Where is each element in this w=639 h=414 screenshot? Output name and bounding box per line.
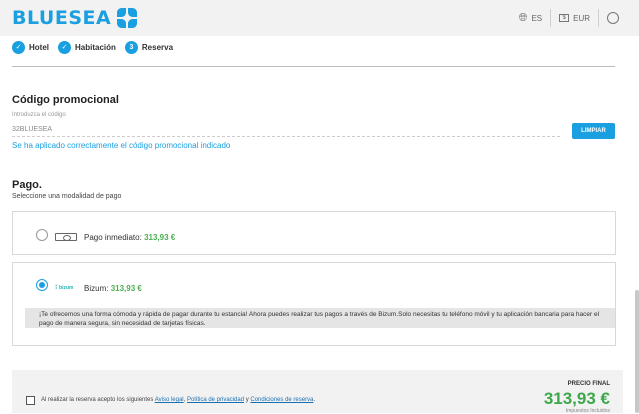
booking-footer: Al realizar la reserva acepto los siguie… — [12, 370, 623, 414]
language-label: ES — [531, 13, 543, 23]
legal-notice-link[interactable]: Aviso legal — [155, 397, 184, 403]
page-scrollbar[interactable] — [635, 290, 639, 413]
step-number: 3 — [124, 40, 138, 54]
header-controls: 🌐︎ ES $ EUR — [511, 9, 627, 27]
section-divider — [12, 66, 615, 67]
payment-method-name: Pago inmediato: — [84, 233, 142, 242]
promo-field-label: Introduzca el código — [12, 112, 66, 118]
final-price: 313,93 € — [543, 389, 610, 408]
user-icon — [607, 12, 619, 24]
step-label: Habitación — [75, 42, 116, 52]
final-price-label: PRECIO FINAL — [567, 381, 610, 387]
globe-icon: 🌐︎ — [518, 11, 528, 24]
booking-conditions-link[interactable]: Condiciones de reserva — [250, 397, 313, 403]
top-header: BLUESEA 🌐︎ ES $ EUR — [0, 0, 639, 36]
payment-option-bizum[interactable]: ⁑ bizum Bizum: 313,93 € ¡Te ofrecemos un… — [12, 262, 616, 346]
step-label: Reserva — [141, 42, 174, 52]
booking-steps: ✓ Hotel ✓ Habitación 3 Reserva — [0, 36, 639, 58]
payment-option-label: Pago inmediato: 313,93 € — [84, 233, 175, 242]
bizum-logo-icon: ⁑ bizum — [55, 285, 74, 291]
accept-terms-checkbox[interactable] — [26, 396, 35, 405]
currency-label: EUR — [573, 13, 590, 23]
check-icon: ✓ — [58, 40, 71, 54]
terms-text: Al realizar la reserva acepto los siguie… — [41, 397, 316, 403]
payment-radio-bizum[interactable] — [36, 279, 48, 291]
brand-logo[interactable]: BLUESEA — [12, 7, 138, 29]
language-selector[interactable]: 🌐︎ ES — [511, 9, 550, 27]
payment-method-name: Bizum: — [84, 284, 109, 293]
check-icon: ✓ — [12, 40, 25, 54]
step-label: Hotel — [29, 42, 49, 52]
payment-option-label: Bizum: 313,93 € — [84, 284, 142, 293]
step-reserva: 3 Reserva — [124, 40, 174, 54]
bluesea-logo-icon — [117, 8, 138, 28]
cash-icon — [55, 233, 77, 241]
tax-note: Impuestos Incluidos — [565, 408, 610, 414]
promo-success-message: Se ha aplicado correctamente el código p… — [12, 141, 231, 150]
payment-subtitle: Seleccione una modalidad de pago — [12, 193, 122, 200]
step-habitacion[interactable]: ✓ Habitación — [58, 40, 116, 54]
promo-code-input[interactable] — [12, 123, 560, 137]
currency-selector[interactable]: $ EUR — [550, 9, 598, 27]
payment-option-immediate[interactable]: Pago inmediato: 313,93 € — [12, 211, 616, 255]
currency-icon: $ — [559, 14, 570, 22]
payment-price: 313,93 € — [110, 284, 142, 293]
privacy-policy-link[interactable]: Política de privacidad — [187, 397, 244, 403]
step-hotel[interactable]: ✓ Hotel — [12, 40, 49, 54]
clear-promo-button[interactable]: LIMPIAR — [572, 123, 615, 139]
payment-title: Pago. — [12, 179, 42, 191]
bizum-description: ¡Te ofrecemos una forma cómoda y rápida … — [25, 308, 615, 328]
payment-radio-immediate[interactable] — [36, 229, 48, 241]
payment-price: 313,93 € — [144, 233, 176, 242]
promo-title: Código promocional — [12, 94, 119, 106]
user-account-button[interactable] — [598, 9, 627, 27]
brand-name: BLUESEA — [12, 7, 112, 29]
